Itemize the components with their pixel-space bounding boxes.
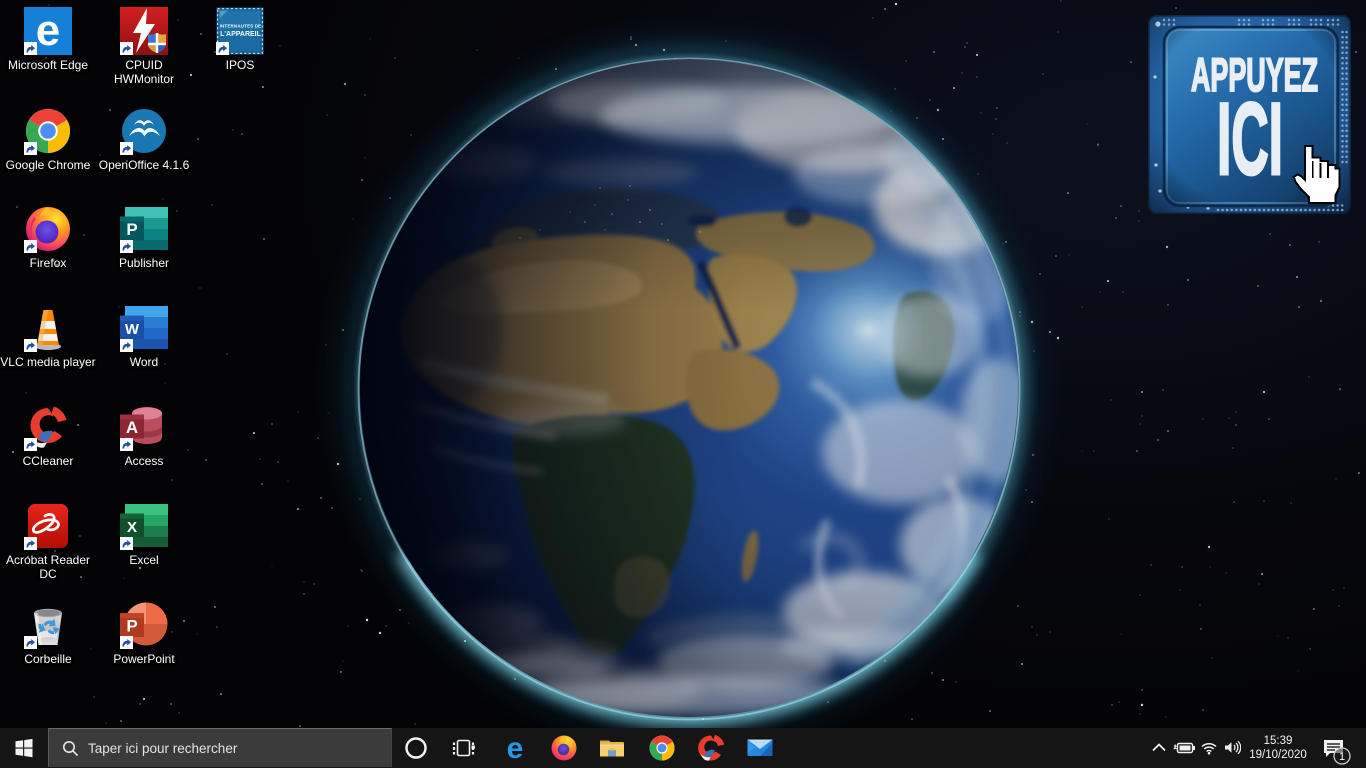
svg-text:L'APPAREIL: L'APPAREIL <box>220 31 262 38</box>
svg-text:P: P <box>126 220 137 239</box>
svg-text:P: P <box>126 617 137 636</box>
svg-text:A: A <box>126 418 138 437</box>
svg-text:1: 1 <box>1339 751 1345 763</box>
svg-text:e: e <box>36 7 60 55</box>
svg-text:ICI: ICI <box>1217 82 1283 196</box>
svg-text:X: X <box>127 519 137 536</box>
svg-text:W: W <box>125 321 140 338</box>
svg-text:e: e <box>507 733 524 763</box>
svg-text:INTERNAUTES DE: INTERNAUTES DE <box>220 24 262 29</box>
